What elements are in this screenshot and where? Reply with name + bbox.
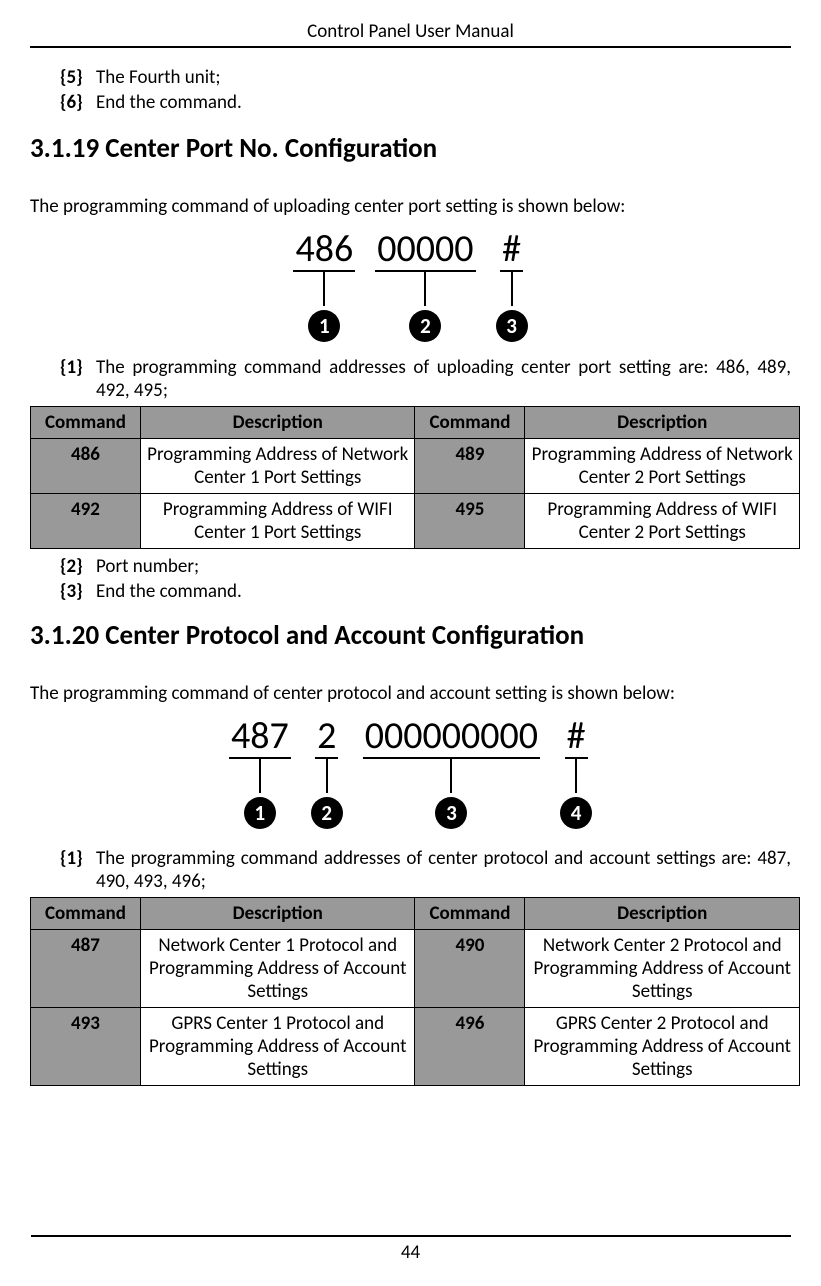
diagram-2: 487 1 2 2 000000000 3 # 4 [30,717,791,829]
segment-circle: 1 [308,310,340,342]
list-text: End the command. [96,580,791,603]
list-item: {1} The programming command addresses of… [60,847,791,893]
section2-intro: The programming command of center protoc… [30,682,791,705]
segment-stem [323,272,325,306]
segment-circle: 4 [560,797,592,829]
diagram-segment: 2 2 [311,717,343,829]
table-cell-command: 487 [31,930,141,1008]
segment-stem [450,759,452,793]
table-header-row: Command Description Command Description [31,407,800,439]
section1-intro: The programming command of uploading cen… [30,195,791,218]
list-text: The programming command addresses of upl… [96,356,791,402]
table-header-row: Command Description Command Description [31,898,800,930]
segment-stem [424,272,426,306]
segment-text: 487 [229,717,291,759]
page-number: 44 [31,1235,791,1264]
page-header: Control Panel User Manual [30,20,791,48]
segment-stem [259,759,261,793]
table-row: 493 GPRS Center 1 Protocol and Programmi… [31,1008,800,1086]
segment-text: 00000 [375,230,475,272]
segment-stem [575,759,577,793]
diagram-segment: 00000 2 [375,230,475,342]
segment-circle: 2 [311,797,343,829]
segment-text: 000000000 [363,717,540,759]
diagram-segment: 486 1 [293,230,355,342]
segment-text: # [500,230,523,272]
table-header: Description [140,898,415,930]
list-item: {6} End the command. [60,91,791,114]
diagram-row: 487 1 2 2 000000000 3 # 4 [219,717,602,829]
list-marker: {1} [60,847,96,893]
section-heading-3-1-19: 3.1.19 Center Port No. Configuration [30,132,791,165]
table-header: Description [525,407,800,439]
list-item: {3} End the command. [60,580,791,603]
list-text: The Fourth unit; [96,66,791,89]
segment-circle: 3 [435,797,467,829]
table-cell-desc: Programming Address of Network Center 1 … [140,439,415,494]
table-header: Description [140,407,415,439]
diagram-segment: 487 1 [229,717,291,829]
segment-circle: 3 [496,310,528,342]
table-cell-command: 493 [31,1008,141,1086]
list-marker: {3} [60,580,96,603]
diagram-segment: # 3 [496,230,528,342]
diagram-row: 486 1 00000 2 # 3 [283,230,537,342]
segment-text: 2 [315,717,338,759]
table-protocol-commands: Command Description Command Description … [30,897,800,1086]
table-row: 487 Network Center 1 Protocol and Progra… [31,930,800,1008]
table-header: Command [415,407,525,439]
segment-stem [511,272,513,306]
table-cell-desc: Network Center 2 Protocol and Programmin… [525,930,800,1008]
list-text: Port number; [96,555,791,578]
table-row: 492 Programming Address of WIFI Center 1… [31,494,800,549]
list-item: {2} Port number; [60,555,791,578]
table-row: 486 Programming Address of Network Cente… [31,439,800,494]
list-marker: {2} [60,555,96,578]
segment-circle: 2 [409,310,441,342]
table-cell-command: 490 [415,930,525,1008]
top-list: {5} The Fourth unit; {6} End the command… [60,66,791,114]
table-cell-desc: GPRS Center 1 Protocol and Programming A… [140,1008,415,1086]
section1-post-list: {2} Port number; {3} End the command. [60,555,791,603]
table-header: Command [31,898,141,930]
section2-explain-list: {1} The programming command addresses of… [60,847,791,893]
list-marker: {6} [60,91,96,114]
table-header: Command [31,407,141,439]
section-heading-3-1-20: 3.1.20 Center Protocol and Account Confi… [30,619,791,652]
list-item: {1} The programming command addresses of… [60,356,791,402]
segment-text: 486 [293,230,355,272]
table-cell-desc: GPRS Center 2 Protocol and Programming A… [525,1008,800,1086]
list-text: The programming command addresses of cen… [96,847,791,893]
table-cell-command: 495 [415,494,525,549]
page: Control Panel User Manual {5} The Fourth… [0,0,821,1286]
list-text: End the command. [96,91,791,114]
table-cell-command: 496 [415,1008,525,1086]
table-port-commands: Command Description Command Description … [30,406,800,549]
segment-circle: 1 [244,797,276,829]
table-header: Description [525,898,800,930]
table-cell-desc: Programming Address of WIFI Center 2 Por… [525,494,800,549]
table-cell-command: 492 [31,494,141,549]
section1-explain-list: {1} The programming command addresses of… [60,356,791,402]
diagram-1: 486 1 00000 2 # 3 [30,230,791,342]
table-cell-command: 486 [31,439,141,494]
diagram-segment: # 4 [560,717,592,829]
table-cell-desc: Network Center 1 Protocol and Programmin… [140,930,415,1008]
table-cell-desc: Programming Address of Network Center 2 … [525,439,800,494]
diagram-segment: 000000000 3 [363,717,540,829]
list-item: {5} The Fourth unit; [60,66,791,89]
segment-stem [326,759,328,793]
segment-text: # [565,717,588,759]
header-title: Control Panel User Manual [307,20,514,43]
list-marker: {5} [60,66,96,89]
table-header: Command [415,898,525,930]
table-cell-command: 489 [415,439,525,494]
table-cell-desc: Programming Address of WIFI Center 1 Por… [140,494,415,549]
list-marker: {1} [60,356,96,402]
